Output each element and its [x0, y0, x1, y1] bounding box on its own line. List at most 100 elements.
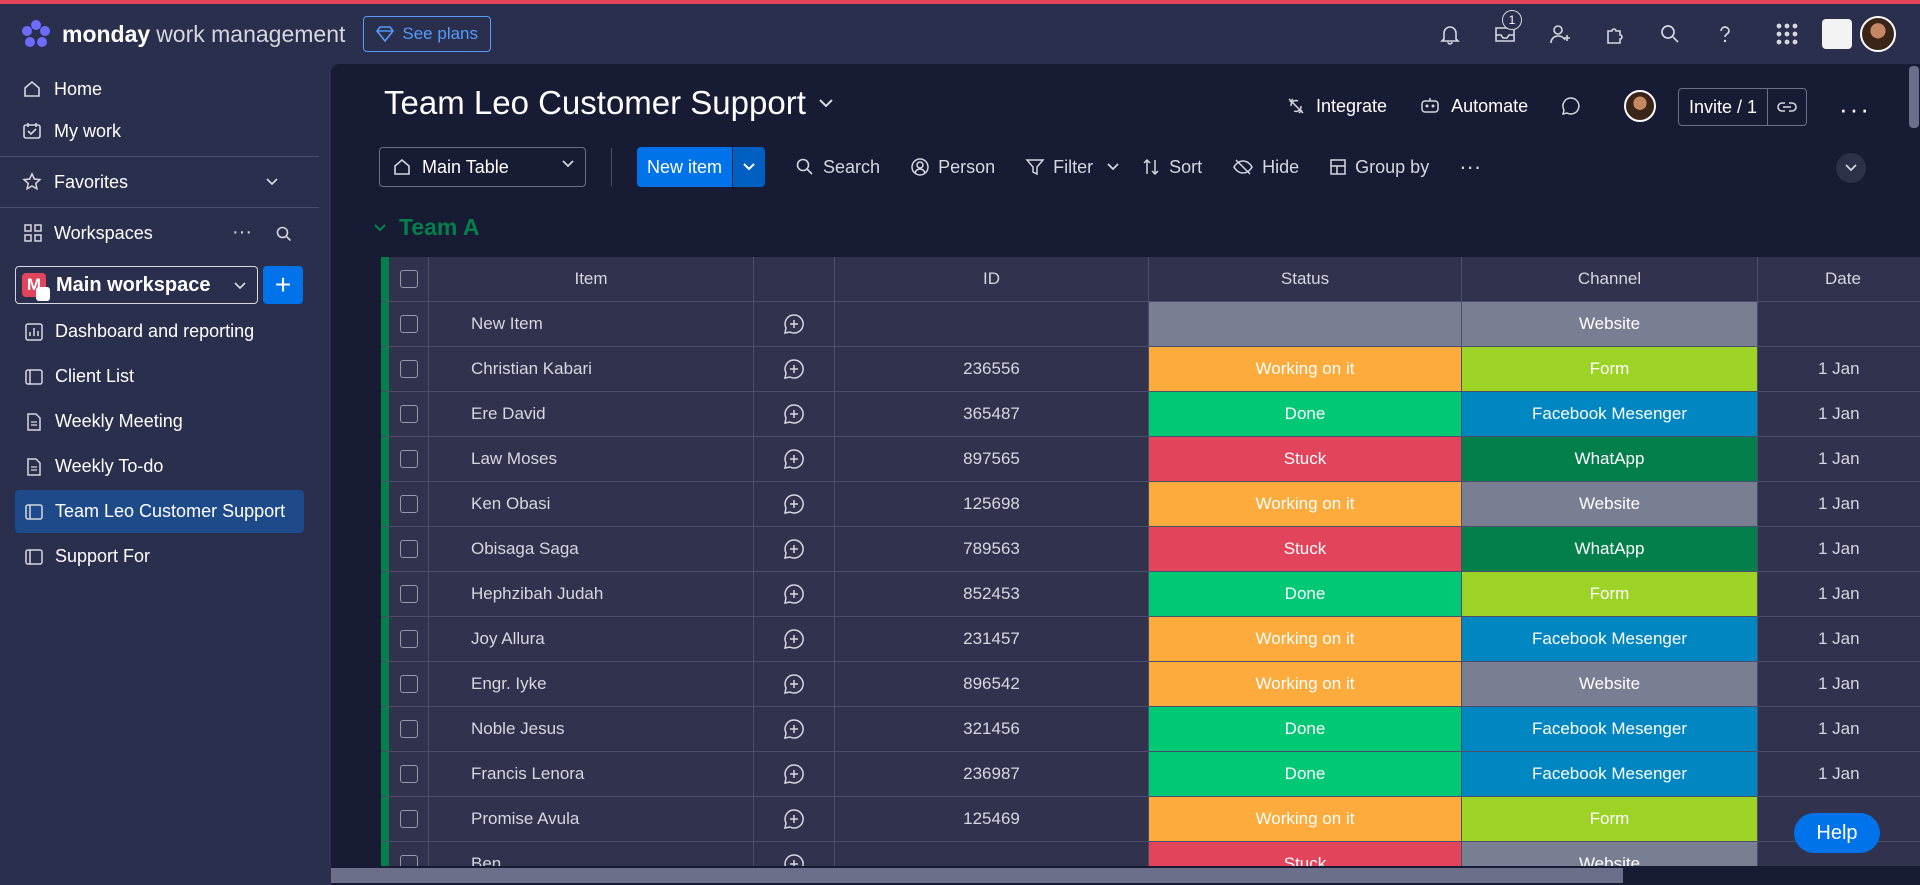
sidebar-item-weekly-meeting[interactable]: Weekly Meeting	[15, 400, 304, 443]
date-cell[interactable]: 1 Jan	[1758, 752, 1920, 796]
row-select-cell[interactable]	[389, 302, 429, 346]
add-update-icon[interactable]	[782, 762, 806, 786]
channel-cell[interactable]: Form	[1462, 572, 1758, 616]
channel-cell[interactable]: Website	[1462, 482, 1758, 526]
horizontal-scrollbar[interactable]	[331, 866, 1920, 885]
row-select-cell[interactable]	[389, 572, 429, 616]
hide-button[interactable]: Hide	[1232, 157, 1299, 178]
id-cell[interactable]: 125698	[835, 482, 1149, 526]
see-plans-button[interactable]: See plans	[363, 16, 492, 52]
select-all-cell[interactable]	[389, 257, 429, 301]
column-header-id[interactable]: ID	[835, 257, 1149, 301]
add-update-cell[interactable]	[754, 482, 835, 526]
item-name-cell[interactable]: Christian Kabari	[429, 347, 754, 391]
sidebar-item-favorites[interactable]: Favorites	[0, 161, 319, 203]
row-checkbox[interactable]	[399, 720, 418, 738]
channel-cell[interactable]: Facebook Mesenger	[1462, 617, 1758, 661]
channel-cell[interactable]: Website	[1462, 302, 1758, 346]
add-update-icon[interactable]	[782, 537, 806, 561]
add-update-icon[interactable]	[782, 672, 806, 696]
add-update-icon[interactable]	[782, 357, 806, 381]
date-cell[interactable]: 1 Jan	[1758, 482, 1920, 526]
row-checkbox[interactable]	[399, 585, 418, 603]
add-update-icon[interactable]	[782, 492, 806, 516]
add-update-cell[interactable]	[754, 302, 835, 346]
add-update-cell[interactable]	[754, 347, 835, 391]
row-select-cell[interactable]	[389, 752, 429, 796]
table-row[interactable]: Christian Kabari 236556 Working on it Form 1…	[381, 347, 1920, 392]
id-cell[interactable]: 236987	[835, 752, 1149, 796]
add-update-cell[interactable]	[754, 752, 835, 796]
item-name-cell[interactable]: Engr. Iyke	[429, 662, 754, 706]
row-checkbox[interactable]	[399, 540, 418, 558]
scroll-thumb[interactable]	[1909, 66, 1919, 128]
table-row[interactable]: Ken Obasi 125698 Working on it Website 1 Jan	[381, 482, 1920, 527]
row-select-cell[interactable]	[389, 797, 429, 841]
row-select-cell[interactable]	[389, 707, 429, 751]
row-checkbox[interactable]	[399, 810, 418, 828]
id-cell[interactable]: 125469	[835, 797, 1149, 841]
item-name-cell[interactable]: Ken Obasi	[429, 482, 754, 526]
new-item-button[interactable]: New item	[637, 147, 766, 187]
invite-button[interactable]: Invite / 1	[1678, 88, 1808, 126]
channel-cell[interactable]: Form	[1462, 347, 1758, 391]
row-select-cell[interactable]	[389, 482, 429, 526]
table-row[interactable]: Obisaga Saga 789563 Stuck WhatApp 1 Jan	[381, 527, 1920, 572]
status-cell[interactable]: Done	[1149, 707, 1462, 751]
item-name-cell[interactable]: Joy Allura	[429, 617, 754, 661]
table-row[interactable]: Hephzibah Judah 852453 Done Form 1 Jan	[381, 572, 1920, 617]
channel-cell[interactable]: Form	[1462, 797, 1758, 841]
row-checkbox[interactable]	[399, 360, 418, 378]
id-cell[interactable]: 365487	[835, 392, 1149, 436]
sort-button[interactable]: Sort	[1141, 157, 1202, 178]
channel-cell[interactable]: Facebook Mesenger	[1462, 752, 1758, 796]
item-name-cell[interactable]: Promise Avula	[429, 797, 754, 841]
apps-button[interactable]	[1587, 4, 1642, 64]
help-button[interactable]: Help	[1794, 813, 1880, 853]
add-update-cell[interactable]	[754, 707, 835, 751]
add-update-icon[interactable]	[782, 807, 806, 831]
status-cell[interactable]: Done	[1149, 392, 1462, 436]
add-update-icon[interactable]	[782, 312, 806, 336]
monday-logo[interactable]: monday work management	[20, 18, 345, 50]
item-name-cell[interactable]: Obisaga Saga	[429, 527, 754, 571]
status-cell[interactable]: Done	[1149, 752, 1462, 796]
id-cell[interactable]: 236556	[835, 347, 1149, 391]
status-cell[interactable]: Working on it	[1149, 617, 1462, 661]
status-cell[interactable]: Stuck	[1149, 527, 1462, 571]
date-cell[interactable]: 1 Jan	[1758, 572, 1920, 616]
row-checkbox[interactable]	[399, 765, 418, 783]
status-cell[interactable]: Working on it	[1149, 797, 1462, 841]
sidebar-item-my-work[interactable]: My work	[0, 110, 319, 152]
add-update-cell[interactable]	[754, 527, 835, 571]
id-cell[interactable]: 852453	[835, 572, 1149, 616]
table-row[interactable]: Promise Avula 125469 Working on it Form	[381, 797, 1920, 842]
updates-button[interactable]	[1560, 95, 1592, 117]
person-filter-button[interactable]: Person	[910, 157, 995, 178]
item-name-cell[interactable]: Ere David	[429, 392, 754, 436]
date-cell[interactable]: 1 Jan	[1758, 392, 1920, 436]
new-item-dropdown[interactable]	[732, 147, 766, 187]
table-row[interactable]: Noble Jesus 321456 Done Facebook Mesenger 1 …	[381, 707, 1920, 752]
account-menu[interactable]	[1822, 4, 1920, 64]
add-update-cell[interactable]	[754, 392, 835, 436]
vertical-scrollbar[interactable]	[1907, 64, 1920, 864]
row-checkbox[interactable]	[399, 630, 418, 648]
sidebar-item-home[interactable]: Home	[0, 68, 319, 110]
channel-cell[interactable]: Facebook Mesenger	[1462, 707, 1758, 751]
status-cell[interactable]: Working on it	[1149, 482, 1462, 526]
add-update-icon[interactable]	[782, 402, 806, 426]
status-cell[interactable]: Working on it	[1149, 662, 1462, 706]
item-name-cell[interactable]: New Item	[429, 302, 754, 346]
help-button-top[interactable]	[1697, 4, 1752, 64]
status-cell[interactable]: Stuck	[1149, 437, 1462, 481]
add-update-icon[interactable]	[782, 717, 806, 741]
row-select-cell[interactable]	[389, 527, 429, 571]
column-header-status[interactable]: Status	[1149, 257, 1462, 301]
add-update-cell[interactable]	[754, 662, 835, 706]
search-button[interactable]: Search	[795, 157, 880, 178]
item-name-cell[interactable]: Francis Lenora	[429, 752, 754, 796]
row-select-cell[interactable]	[389, 392, 429, 436]
automate-button[interactable]: Automate	[1419, 96, 1528, 117]
inbox-button[interactable]: 1	[1477, 4, 1532, 64]
